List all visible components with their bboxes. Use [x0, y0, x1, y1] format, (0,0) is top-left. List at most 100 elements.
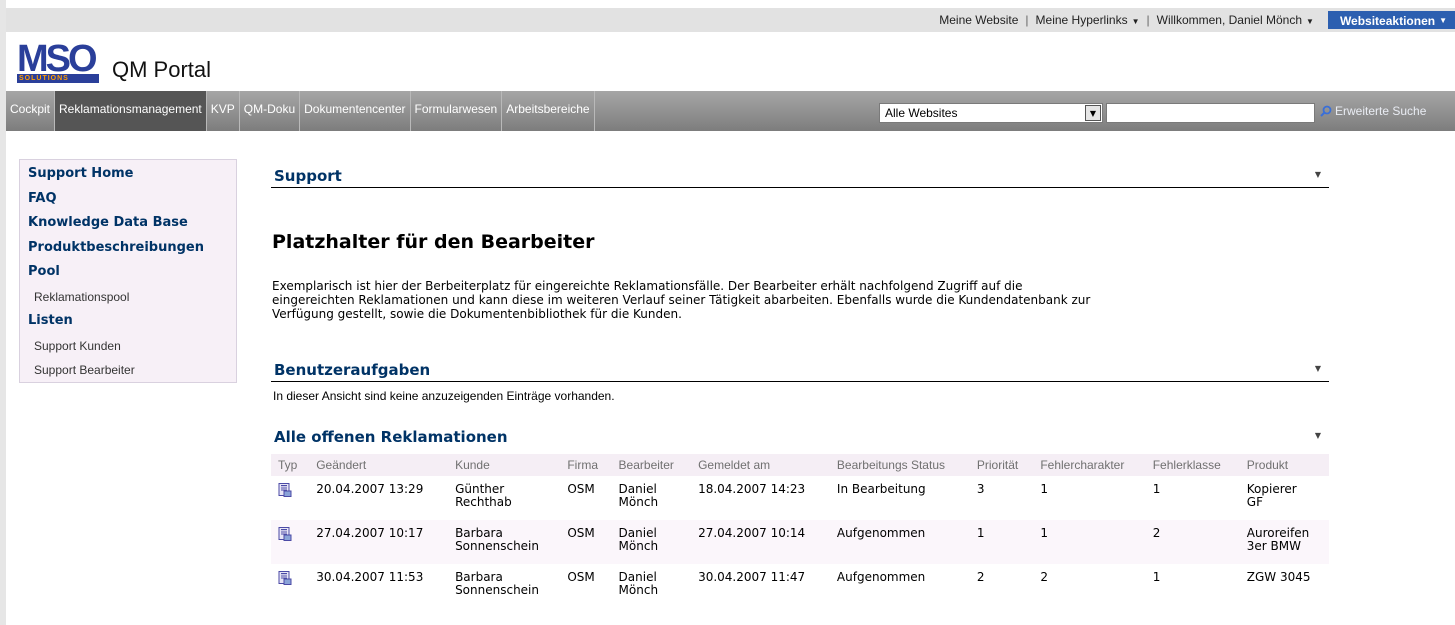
document-icon[interactable]	[278, 483, 292, 500]
sidebar-item-listen[interactable]: Listen	[20, 311, 236, 336]
webpart-menu-icon[interactable]: ▼	[1315, 170, 1321, 179]
tasks-webpart-header: Benutzeraufgaben ▼	[271, 360, 1329, 382]
error-class-cell: 2	[1145, 520, 1240, 564]
document-icon[interactable]	[278, 527, 292, 544]
nav-tab-reklamationsmanagement[interactable]: Reklamationsmanagement	[55, 91, 207, 131]
description-line: eingereichten Reklamationen und kann die…	[272, 293, 1091, 307]
assignee-cell-line: Mönch	[618, 495, 659, 509]
priority-cell: 1	[969, 520, 1034, 564]
customer-cell-line: Sonnenschein	[455, 539, 539, 553]
chevron-down-icon: ▼	[1131, 17, 1140, 26]
status-cell: In Bearbeitung	[836, 482, 926, 496]
global-top-bar: Meine Website | Meine Hyperlinks ▼ | Will…	[6, 8, 1455, 32]
priority-cell: 2	[976, 570, 985, 584]
search-input[interactable]	[1106, 103, 1315, 123]
assignee-cell-line: Mönch	[618, 539, 659, 553]
type-cell	[271, 520, 310, 564]
nav-tab-qm-doku[interactable]: QM-Doku	[240, 91, 301, 131]
advanced-search-button[interactable]: Erweiterte Suche	[1320, 104, 1426, 118]
error-character-cell: 1	[1040, 482, 1048, 496]
column-header[interactable]: Fehlerklasse	[1145, 454, 1240, 476]
my-site-link[interactable]: Meine Website	[935, 13, 1022, 27]
status-cell: Aufgenommen	[829, 520, 970, 564]
sidebar-item-reklamationspool[interactable]: Reklamationspool	[20, 287, 236, 312]
table-row[interactable]: 20.04.2007 13:29 Günther Rechthab OSM Daniel…	[271, 476, 1329, 520]
advanced-search-label: Erweiterte Suche	[1335, 104, 1427, 118]
nav-tab-dokumentencenter[interactable]: Dokumentencenter	[300, 91, 411, 131]
webpart-menu-icon[interactable]: ▼	[1315, 431, 1321, 440]
webpart-menu-icon[interactable]: ▼	[1315, 364, 1321, 373]
top-navigation-bar: Cockpit Reklamationsmanagement KVP QM-Doku D…	[6, 91, 1455, 131]
sidebar-item-support-home[interactable]: Support Home	[20, 164, 236, 189]
description: Exemplarisch ist hier der Berbeiterplatz…	[272, 279, 1332, 321]
table-header-row: Typ Geändert Kunde Firma Bearbeiter Gemeldet …	[271, 454, 1329, 476]
sidebar-item-support-kunden[interactable]: Support Kunden	[20, 336, 236, 361]
reported-cell: 27.04.2007 10:14	[691, 520, 830, 564]
welcome-menu[interactable]: Willkommen, Daniel Mönch ▼	[1153, 13, 1318, 27]
column-header[interactable]: Geändert	[309, 454, 449, 476]
column-header[interactable]: Firma	[560, 454, 612, 476]
tasks-title[interactable]: Benutzeraufgaben	[271, 360, 1329, 380]
column-header[interactable]: Kunde	[448, 454, 561, 476]
type-cell	[271, 564, 309, 608]
company-cell: OSM	[567, 482, 595, 496]
nav-tab-arbeitsbereiche[interactable]: Arbeitsbereiche	[502, 91, 595, 131]
nav-tabs: Cockpit Reklamationsmanagement KVP QM-Doku D…	[6, 91, 595, 131]
complaints-title[interactable]: Alle offenen Reklamationen	[271, 427, 1329, 447]
customer-cell: Günther Rechthab	[448, 476, 560, 520]
product-cell-line: ZGW 3045	[1246, 570, 1311, 584]
sidebar-item-knowledge-data-base[interactable]: Knowledge Data Base	[20, 213, 236, 238]
customer-cell: Barbara Sonnenschein	[448, 520, 561, 564]
search-scope-select[interactable]: Alle Websites ▼	[879, 103, 1103, 123]
my-links-menu[interactable]: Meine Hyperlinks ▼	[1032, 13, 1144, 27]
priority-cell: 3	[976, 482, 985, 496]
product-cell: ZGW 3045	[1240, 564, 1329, 608]
nav-tab-formularwesen[interactable]: Formularwesen	[411, 91, 503, 131]
sidebar-item-pool[interactable]: Pool	[20, 262, 236, 287]
mso-solutions-logo[interactable]: MSO SOLUTIONS	[17, 40, 99, 83]
column-header[interactable]: Fehlercharakter	[1033, 454, 1146, 476]
document-icon[interactable]	[278, 571, 292, 588]
company-cell: OSM	[560, 520, 612, 564]
product-cell: Auroreifen 3er BMW	[1239, 520, 1329, 564]
reported-cell: 18.04.2007 14:23	[698, 482, 806, 496]
table-row[interactable]: 27.04.2007 10:17 Barbara Sonnenschein OSM Da…	[271, 520, 1329, 564]
reported-cell: 30.04.2007 11:47	[698, 570, 806, 584]
column-header[interactable]: Produkt	[1239, 454, 1329, 476]
column-header[interactable]: Bearbeiter	[611, 454, 692, 476]
separator: |	[1146, 13, 1150, 27]
status-cell: Aufgenommen	[836, 570, 926, 584]
column-header[interactable]: Bearbeitungs Status	[829, 454, 970, 476]
dropdown-arrow-icon[interactable]: ▼	[1085, 105, 1101, 121]
support-title: Support	[274, 167, 342, 185]
tasks-empty-message: In dieser Ansicht sind keine anzuzeigend…	[273, 389, 615, 403]
sidebar-item-produktbeschreibungen[interactable]: Produktbeschreibungen	[20, 238, 236, 263]
column-header[interactable]: Typ	[271, 454, 310, 476]
description-line: Exemplarisch ist hier der Berbeiterplatz…	[272, 279, 1023, 293]
search-icon	[1320, 105, 1332, 117]
modified-cell: 20.04.2007 13:29	[316, 482, 424, 496]
site-actions-menu[interactable]: Websiteaktionen ▼	[1327, 11, 1455, 29]
my-links-label: Meine Hyperlinks	[1035, 13, 1128, 27]
sidebar-item-faq[interactable]: FAQ	[20, 189, 236, 214]
nav-tab-cockpit[interactable]: Cockpit	[6, 91, 56, 131]
modified-cell: 30.04.2007 11:53	[316, 570, 424, 584]
type-cell	[271, 476, 309, 520]
separator: |	[1025, 13, 1029, 27]
chevron-down-icon: ▼	[1306, 17, 1314, 26]
assignee-cell: Daniel Mönch	[612, 476, 692, 520]
product-cell: Kopierer GF	[1240, 476, 1329, 520]
site-actions-label: Websiteaktionen	[1339, 13, 1436, 28]
nav-tab-kvp[interactable]: KVP	[207, 91, 240, 131]
error-class-cell: 1	[1152, 482, 1161, 496]
product-cell-line: GF	[1246, 495, 1263, 509]
quick-launch: Support Home FAQ Knowledge Data Base Produk…	[19, 159, 237, 383]
assignee-cell-line: Mönch	[618, 583, 659, 597]
portal-title[interactable]: QM Portal	[112, 57, 211, 83]
table-row[interactable]: 30.04.2007 11:53 Barbara Sonnenschein OSM Da…	[271, 564, 1329, 608]
column-header[interactable]: Priorität	[969, 454, 1034, 476]
column-header[interactable]: Gemeldet am	[691, 454, 830, 476]
sidebar-item-support-bearbeiter[interactable]: Support Bearbeiter	[20, 360, 236, 385]
complaints-table: Typ Geändert Kunde Firma Bearbeiter Gemeldet …	[271, 454, 1329, 608]
company-cell: OSM	[567, 570, 595, 584]
